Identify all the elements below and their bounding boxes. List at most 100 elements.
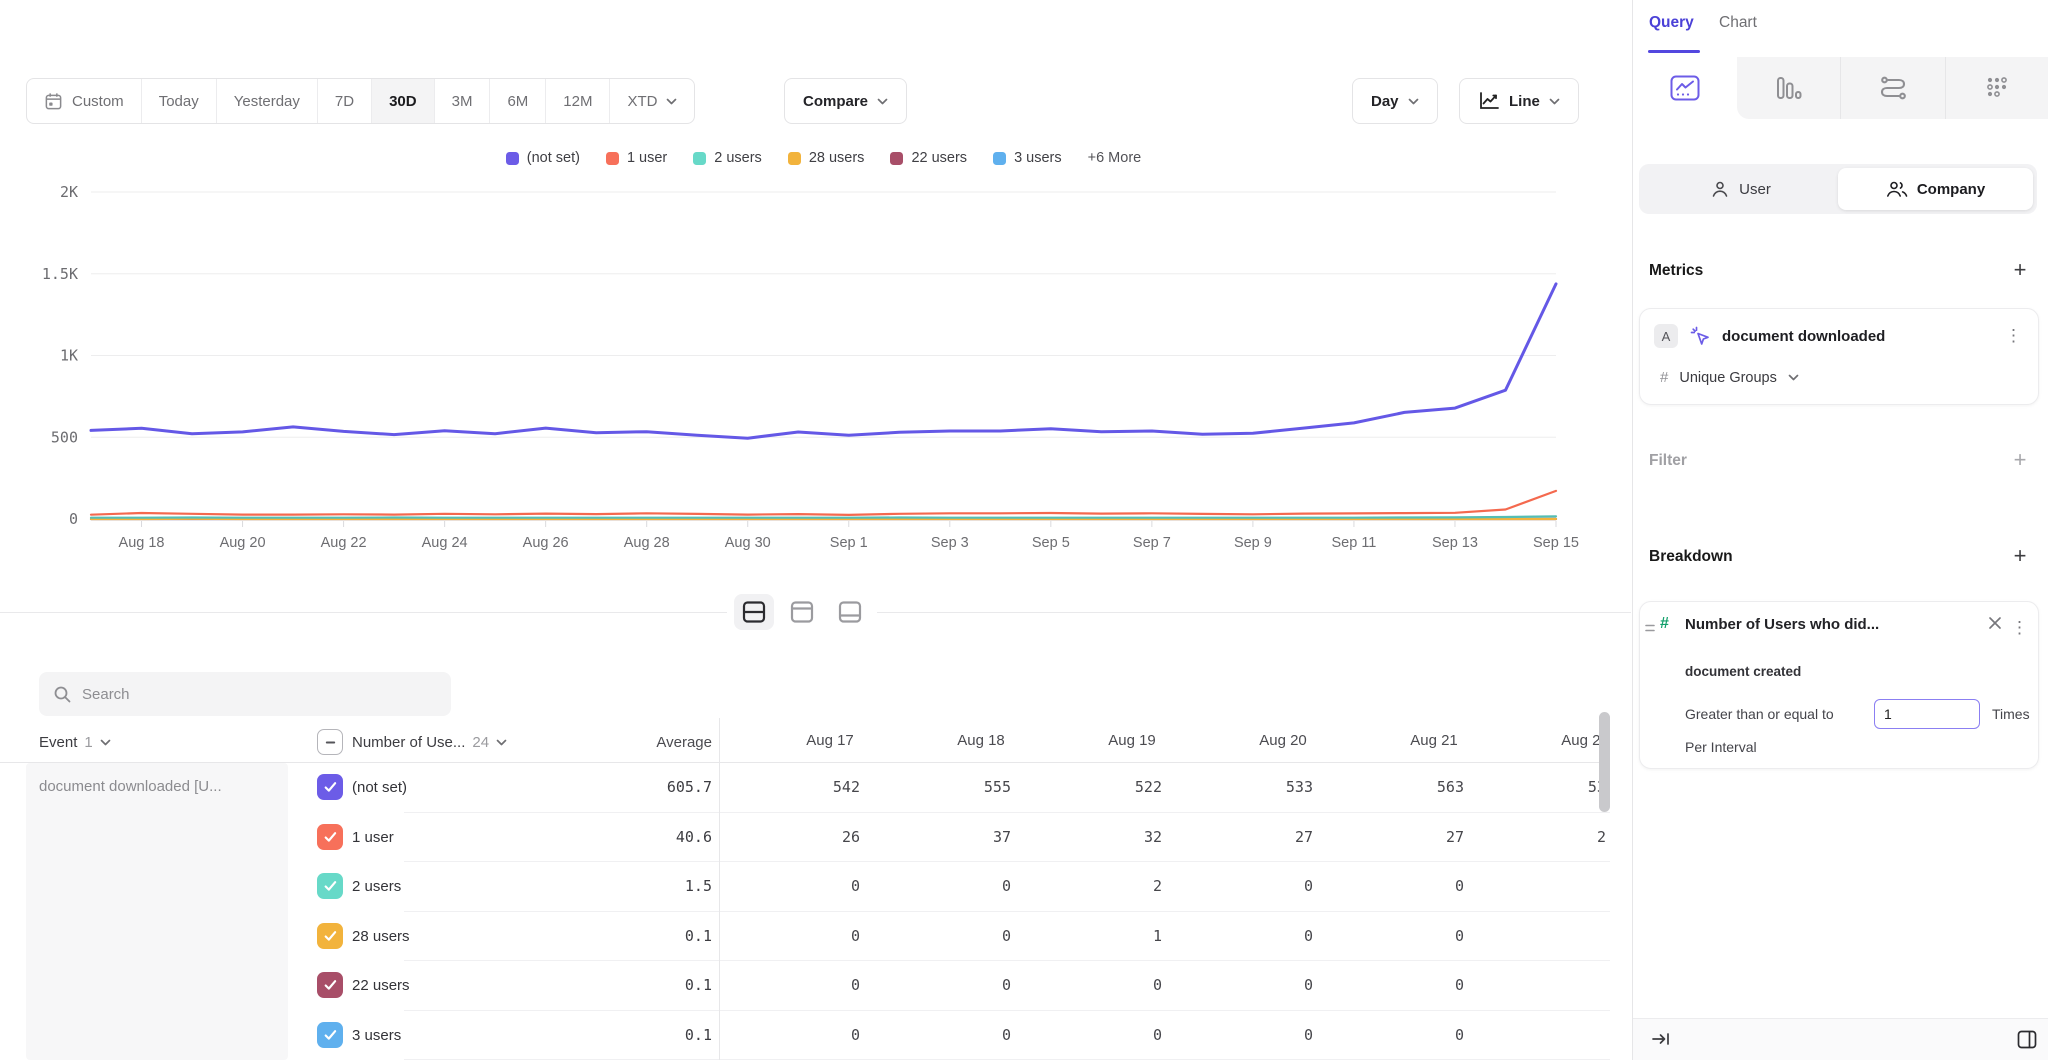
range-yesterday[interactable]: Yesterday: [216, 79, 317, 123]
vertical-scrollbar[interactable]: [1599, 712, 1610, 812]
interval-button[interactable]: Day: [1352, 78, 1438, 124]
x-tick-label: Sep 3: [931, 535, 969, 551]
add-breakdown-button[interactable]: +: [2008, 544, 2032, 568]
range-custom[interactable]: Custom: [27, 79, 141, 123]
legend-item[interactable]: 2 users: [693, 150, 762, 166]
user-icon: [1710, 179, 1730, 199]
row-label: 2 users: [352, 862, 401, 912]
chevron-down-icon: [100, 739, 111, 746]
y-tick-label: 1K: [60, 347, 78, 365]
row-checkbox[interactable]: [317, 824, 343, 850]
value-cell: 0: [1485, 912, 1606, 962]
x-tick-label: Aug 24: [422, 535, 468, 551]
series-line-1-user[interactable]: [91, 491, 1556, 515]
tab-chart[interactable]: Chart: [1719, 14, 1757, 32]
date-column-header: Aug 18: [906, 720, 1056, 760]
legend-item[interactable]: 22 users: [890, 150, 967, 166]
breakdown-heading: Breakdown: [1649, 548, 1733, 566]
range-12m[interactable]: 12M: [545, 79, 609, 123]
add-filter-button[interactable]: +: [2008, 448, 2032, 472]
value-cell: 0: [730, 961, 860, 1011]
main-panel: Custom Today Yesterday 7D30D3M 6M 12MXTD Comp…: [0, 0, 1631, 1060]
row-checkbox[interactable]: [317, 873, 343, 899]
legend-item[interactable]: (not set): [506, 150, 580, 166]
group-header-label: Number of Use...: [352, 734, 465, 751]
legend-item[interactable]: 28 users: [788, 150, 865, 166]
breakdown-value-input[interactable]: [1874, 699, 1980, 729]
sidebar-footer: [1633, 1018, 2048, 1060]
row-checkbox[interactable]: [317, 1022, 343, 1048]
event-count: 1: [84, 734, 92, 751]
row-checkbox[interactable]: [317, 972, 343, 998]
x-tick-label: Aug 20: [220, 535, 266, 551]
check-icon: [324, 781, 337, 793]
row-average: 1.5: [552, 862, 712, 912]
date-column-header: Aug 19: [1057, 720, 1207, 760]
layout-chart-only-button[interactable]: [782, 594, 822, 630]
row-checkbox[interactable]: [317, 923, 343, 949]
chart-type-grid-tab[interactable]: [1945, 57, 2048, 119]
metrics-heading: Metrics: [1649, 262, 1703, 280]
legend-more[interactable]: +6 More: [1088, 150, 1142, 166]
check-icon: [324, 979, 337, 991]
legend-label: 1 user: [627, 150, 667, 166]
range-6m[interactable]: 6M: [489, 79, 545, 123]
metric-measure-selector[interactable]: # Unique Groups: [1660, 369, 1799, 386]
series-line-2-users[interactable]: [91, 516, 1556, 517]
range-30d[interactable]: 30D: [371, 79, 434, 123]
close-icon[interactable]: [1988, 616, 2002, 635]
legend-item[interactable]: 3 users: [993, 150, 1062, 166]
chart-type-flow-tab[interactable]: [1840, 57, 1945, 119]
metric-badge: A: [1654, 324, 1678, 348]
value-cell: 0: [730, 1011, 860, 1060]
y-tick-label: 2K: [60, 183, 78, 201]
legend-item[interactable]: 1 user: [606, 150, 667, 166]
row-label: 1 user: [352, 813, 394, 863]
segment-user[interactable]: User: [1643, 168, 1838, 210]
range-3m[interactable]: 3M: [434, 79, 490, 123]
layout-table-only-button[interactable]: [830, 594, 870, 630]
range-label: Yesterday: [234, 93, 300, 110]
value-cell: 0: [1485, 961, 1606, 1011]
compare-button[interactable]: Compare: [784, 78, 907, 124]
layout-split-button[interactable]: [734, 594, 774, 630]
value-cell: 555: [881, 763, 1011, 813]
chart-type-bar-tab[interactable]: [1737, 57, 1841, 119]
line-chart-icon: [1670, 75, 1700, 101]
drag-handle-icon[interactable]: [1644, 620, 1656, 638]
row-label: (not set): [352, 763, 407, 813]
range-xtd[interactable]: XTD: [609, 79, 694, 123]
value-cell: 522: [1032, 763, 1162, 813]
row-average: 0.1: [552, 961, 712, 1011]
range-today[interactable]: Today: [141, 79, 216, 123]
range-label: 6M: [507, 93, 528, 110]
breakdown-kebab-icon[interactable]: ⋮: [2007, 614, 2032, 642]
segment-company[interactable]: Company: [1838, 168, 2033, 210]
range-7d[interactable]: 7D: [317, 79, 371, 123]
value-cell: 27: [1183, 813, 1313, 863]
metric-card[interactable]: A document downloaded ⋮ # Unique Groups: [1639, 308, 2039, 405]
series-line--not-set-[interactable]: [91, 284, 1556, 438]
metric-kebab-icon[interactable]: ⋮: [2001, 323, 2026, 348]
date-column-header: Aug 21: [1359, 720, 1509, 760]
panel-icon[interactable]: [2017, 1030, 2037, 1054]
active-tab-underline: [1648, 50, 1700, 53]
range-label: Custom: [72, 93, 124, 110]
breakdown-card[interactable]: # Number of Users who did... ⋮ document …: [1639, 601, 2039, 769]
check-icon: [324, 1029, 337, 1041]
select-all-checkbox[interactable]: [317, 729, 343, 755]
check-icon: [324, 831, 337, 843]
collapse-right-icon[interactable]: [1651, 1031, 1670, 1052]
chevron-down-icon: [1788, 374, 1799, 381]
check-icon: [324, 930, 337, 942]
group-column-header[interactable]: Number of Use... 24: [352, 722, 507, 762]
chart-type-button[interactable]: Line: [1459, 78, 1579, 124]
search-input[interactable]: [82, 686, 437, 703]
row-checkbox[interactable]: [317, 774, 343, 800]
chart-type-line-tab[interactable]: [1633, 57, 1737, 119]
add-metric-button[interactable]: +: [2008, 258, 2032, 282]
event-column-header[interactable]: Event 1: [39, 722, 111, 762]
segment-company-label: Company: [1917, 181, 1985, 198]
breakdown-event: document created: [1685, 664, 1801, 679]
tab-query[interactable]: Query: [1649, 14, 1694, 32]
